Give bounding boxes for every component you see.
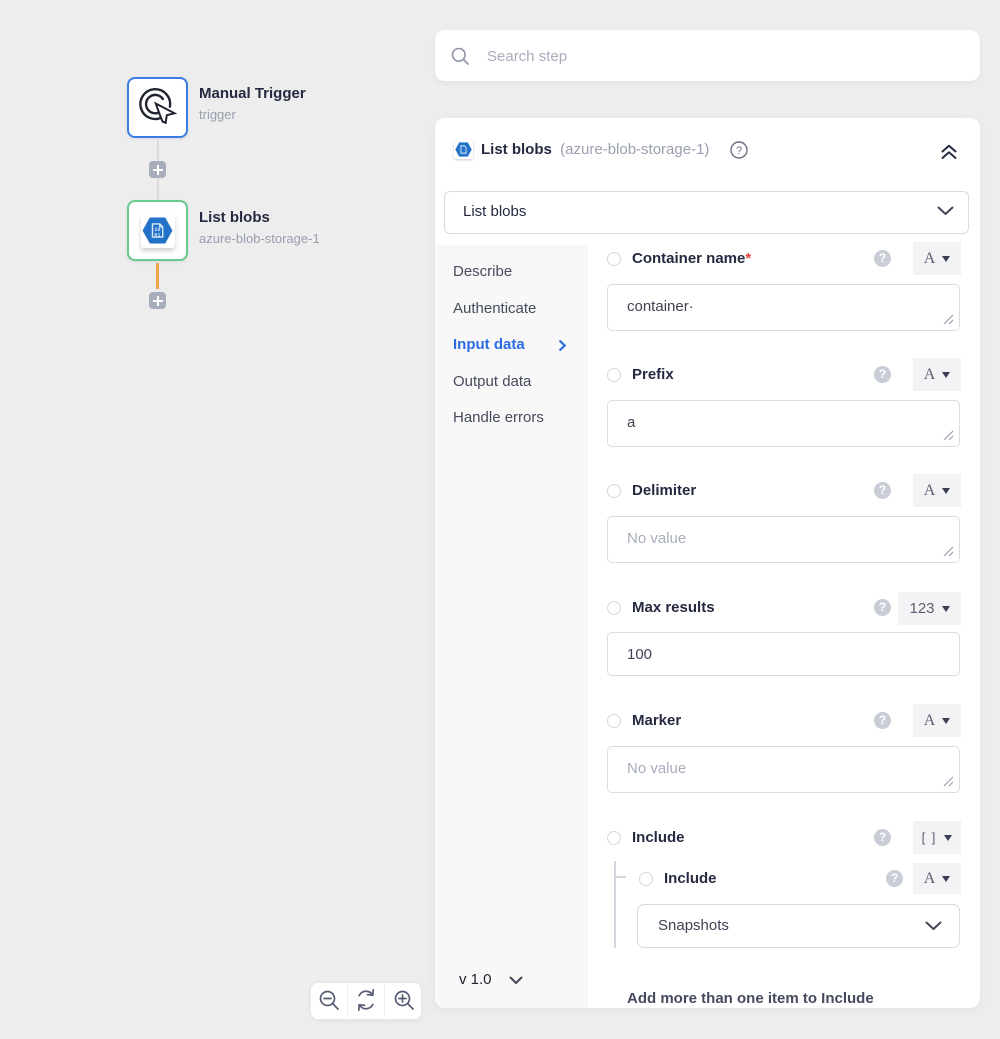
svg-text:01: 01 bbox=[154, 232, 160, 238]
svg-text:?: ? bbox=[736, 145, 742, 157]
